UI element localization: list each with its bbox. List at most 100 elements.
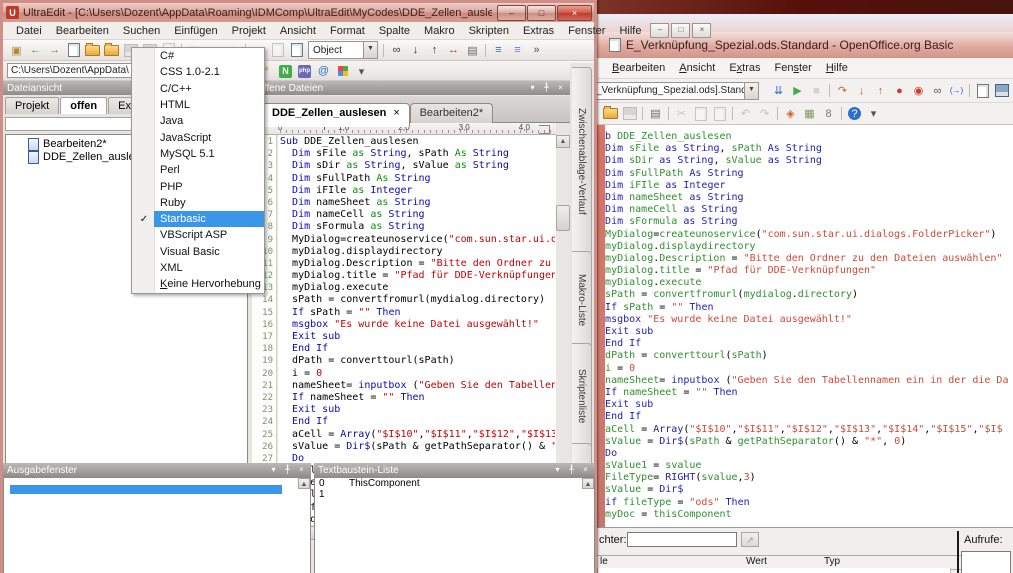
code-line[interactable]: MyDialog=createunoservice("com.sun.star.… — [280, 234, 555, 246]
code-line[interactable]: Dim iFIle as Integer — [280, 185, 555, 197]
panel-splitter[interactable] — [957, 531, 959, 573]
scrollbar-thumb[interactable] — [556, 205, 570, 231]
code-line[interactable]: If nameSheet = "" Then — [280, 392, 555, 404]
menu-item-format[interactable]: Format — [323, 23, 372, 39]
side-tab-makro-liste[interactable]: Makro-Liste — [572, 251, 592, 349]
chevron-down-icon[interactable]: ▾ — [552, 465, 563, 475]
run-icon[interactable]: ▶ — [789, 83, 806, 99]
chevron-down-icon[interactable]: ▼ — [363, 42, 377, 58]
ue-titlebar[interactable]: U UltraEdit - [C:\Users\Dozent\AppData\R… — [3, 3, 594, 22]
php-icon[interactable]: php — [296, 63, 313, 79]
code-line[interactable]: myDialog.title = "Pfad für DDE-Verknüpfu… — [280, 270, 555, 282]
oo-code-editor[interactable]: Sub DDE_Zellen_auslesen Dim sFile as Str… — [605, 125, 1013, 527]
snippet-row[interactable]: 0ThisComponent — [315, 478, 594, 489]
sidebar-tab-projekt[interactable]: Projekt — [5, 97, 59, 114]
find-prev-icon[interactable]: ↑ — [426, 42, 443, 58]
menu-item-extras[interactable]: Extras — [516, 23, 561, 39]
code-line[interactable]: Do — [605, 448, 1008, 460]
scroll-up-icon[interactable]: ▲ — [556, 135, 570, 148]
code-line[interactable]: End If — [280, 416, 555, 428]
menu-item-ansicht[interactable]: Ansicht — [672, 60, 722, 76]
code-line[interactable]: Dim sDir as String, sValue as String — [605, 155, 1008, 167]
code-line[interactable]: myDialog.displaydirectory — [605, 241, 1008, 253]
code-line[interactable]: Dim nameCell as String — [605, 204, 1008, 216]
syntax-menu-item-mysql-5-1[interactable]: MySQL 5.1 — [132, 146, 264, 162]
step-into-icon[interactable]: ↓ — [853, 83, 870, 99]
syntax-menu-item-c-c-[interactable]: C/C++ — [132, 81, 264, 97]
close-tab-icon[interactable]: × — [393, 107, 399, 127]
code-line[interactable]: Dim nameSheet as String — [605, 192, 1008, 204]
calls-listbox[interactable] — [961, 551, 1011, 573]
pin-icon[interactable]: ╀ — [282, 465, 293, 475]
chevron-down-icon[interactable]: ▾ — [527, 83, 538, 93]
notepad-icon[interactable]: N — [277, 63, 294, 79]
output-list[interactable]: ▲ — [3, 477, 311, 573]
chevron-down-icon[interactable]: ▾ — [268, 465, 279, 475]
open-icon[interactable] — [602, 106, 619, 122]
enable-watch-icon[interactable]: ∞ — [929, 83, 946, 99]
code-line[interactable]: Exit sub — [605, 326, 1008, 338]
code-line[interactable]: If nameSheet = "" Then — [605, 387, 1008, 399]
syntax-menu-item-php[interactable]: PHP — [132, 178, 264, 194]
code-line[interactable]: Dim nameCell as String — [280, 209, 555, 221]
menu-item-datei[interactable]: Datei — [9, 23, 49, 39]
object-catalog-icon[interactable] — [993, 83, 1010, 99]
open-environment-icon[interactable]: ▣ — [8, 42, 25, 58]
code-line[interactable]: sPath = convertfromurl(mydialog.director… — [605, 289, 1008, 301]
print-icon[interactable]: ▤ — [647, 106, 664, 122]
menu-item-makro[interactable]: Makro — [417, 23, 462, 39]
help-agent-icon[interactable]: 8 — [820, 106, 837, 122]
code-line[interactable]: Dim sFormula as String — [280, 221, 555, 233]
watch-input[interactable] — [627, 532, 737, 547]
code-line[interactable]: sPath = convertfromurl(mydialog.director… — [280, 294, 555, 306]
code-line[interactable]: Dim sDir as String, sValue as String — [280, 160, 555, 172]
code-line[interactable]: Sub DDE_Zellen_auslesen — [605, 131, 1008, 143]
compile-icon[interactable]: ⇊ — [770, 83, 787, 99]
code-line[interactable]: sValue1 = svalue — [605, 460, 1008, 472]
code-line[interactable]: Exit sub — [280, 404, 555, 416]
pin-icon[interactable]: ╀ — [566, 465, 577, 475]
code-line[interactable]: sValue = Dir$(sPath & getPathSeparator()… — [605, 436, 1008, 448]
code-line[interactable]: nameSheet= inputbox ("Geben Sie den Tabe… — [605, 375, 1008, 387]
code-line[interactable]: myDialog.Description = "Bitte den Ordner… — [605, 253, 1008, 265]
find-parentheses-icon[interactable]: (→) — [948, 83, 965, 99]
side-tab-skriptenliste[interactable]: Skriptenliste — [572, 343, 592, 449]
menu-item-bearbeiten[interactable]: Bearbeiten — [605, 60, 672, 76]
menu-item-suchen[interactable]: Suchen — [116, 23, 167, 39]
menu-item-fenster[interactable]: Fenster — [768, 60, 819, 76]
menu-item-skripten[interactable]: Skripten — [462, 23, 516, 39]
env-overflow-icon[interactable]: ▾ — [353, 63, 370, 79]
sidebar-tab-offen[interactable]: offen — [60, 97, 107, 114]
syntax-menu-item-perl[interactable]: Perl — [132, 162, 264, 178]
code-line[interactable]: Dim sFormula as String — [605, 216, 1008, 228]
find-icon[interactable]: ∞ — [388, 42, 405, 58]
menu-item-hilfe[interactable]: Hilfe — [612, 23, 648, 39]
code-line[interactable]: dPath = converttourl(sPath) — [605, 350, 1008, 362]
code-line[interactable]: End If — [605, 411, 1008, 423]
watch-table[interactable]: leWertTyp — [597, 555, 951, 573]
menu-item-spalte[interactable]: Spalte — [372, 23, 417, 39]
code-line[interactable]: dPath = converttourl(sPath) — [280, 355, 555, 367]
menu-item-fenster[interactable]: Fenster — [561, 23, 612, 39]
syntax-menu-item-c-[interactable]: C# — [132, 48, 264, 64]
syntax-menu-item-keine-hervorhebung[interactable]: Keine Hervorhebung — [132, 276, 264, 292]
print-icon[interactable]: ▤ — [464, 42, 481, 58]
code-line[interactable]: aCell = Array("$I$10","$I$11","$I$12","$… — [280, 429, 555, 441]
output-selected-line[interactable] — [10, 485, 282, 494]
close-icon[interactable]: × — [555, 83, 566, 93]
mdi-restore-button[interactable]: □ — [671, 23, 690, 38]
pin-icon[interactable]: ╀ — [541, 83, 552, 93]
code-line[interactable]: myDoc = thisComponent — [605, 509, 1008, 521]
code-line[interactable]: End If — [605, 338, 1008, 350]
ftp-open-icon[interactable] — [103, 42, 120, 58]
chevron-down-icon[interactable]: ▼ — [744, 83, 758, 99]
snippet-list[interactable]: 0ThisComponent1 ▲ — [314, 477, 595, 573]
code-line[interactable]: i = 0 — [605, 363, 1008, 375]
library-combo[interactable]: _Verknüpfung_Spezial.ods].Standard ▼ — [591, 82, 759, 100]
watch-table-body[interactable] — [597, 568, 951, 573]
navigator-icon[interactable]: ◈ — [782, 106, 799, 122]
code-line[interactable]: nameSheet= inputbox ("Geben Sie den Tabe… — [280, 380, 555, 392]
find-next-icon[interactable]: ↓ — [407, 42, 424, 58]
code-line[interactable]: FileType= RIGHT(svalue,3) — [605, 472, 1008, 484]
code-line[interactable]: sValue = Dir$(sPath & getPathSeparator()… — [280, 441, 555, 453]
